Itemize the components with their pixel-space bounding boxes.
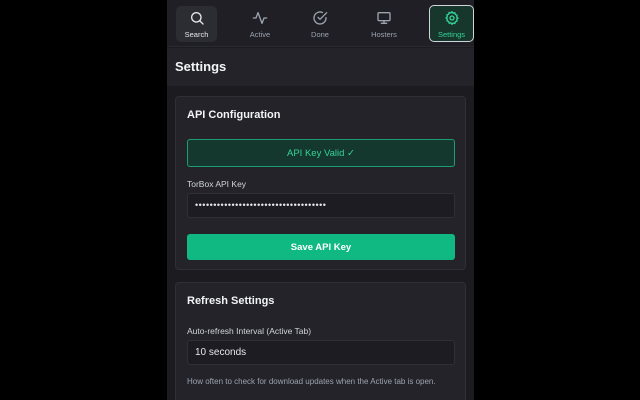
- refresh-settings-title: Refresh Settings: [187, 295, 275, 307]
- monitor-icon: [377, 11, 391, 24]
- tab-hosters-label: Hosters: [371, 30, 397, 39]
- save-api-key-button[interactable]: Save API Key: [187, 234, 455, 260]
- api-key-status-badge: API Key Valid ✓: [187, 139, 455, 167]
- refresh-interval-help: How often to check for download updates …: [187, 377, 436, 386]
- search-icon: [190, 12, 204, 25]
- tab-settings-label: Settings: [437, 30, 466, 39]
- api-configuration-card: API Configuration API Key Valid ✓ TorBox…: [175, 96, 466, 270]
- extension-panel: Search Active Done Hosters Settings Sett…: [167, 0, 474, 400]
- tab-search-label: Search: [184, 30, 209, 39]
- tab-active[interactable]: Active: [239, 6, 281, 42]
- page-header: Settings: [167, 48, 474, 86]
- activity-icon: [252, 12, 268, 24]
- tab-search[interactable]: Search: [176, 6, 217, 42]
- refresh-interval-label: Auto-refresh Interval (Active Tab): [187, 326, 312, 336]
- refresh-interval-select[interactable]: 10 seconds: [187, 340, 455, 365]
- top-nav: Search Active Done Hosters Settings: [167, 0, 474, 47]
- tab-active-label: Active: [249, 30, 271, 39]
- gear-icon: [444, 11, 459, 25]
- tab-hosters[interactable]: Hosters: [359, 6, 409, 42]
- page-title: Settings: [175, 59, 227, 74]
- refresh-settings-card: Refresh Settings Auto-refresh Interval (…: [175, 282, 466, 400]
- tab-done-label: Done: [311, 30, 329, 39]
- api-key-input[interactable]: ••••••••••••••••••••••••••••••••••••: [187, 193, 455, 218]
- check-circle-icon: [313, 11, 328, 25]
- api-configuration-title: API Configuration: [187, 109, 281, 121]
- api-key-label: TorBox API Key: [187, 179, 247, 189]
- tab-done[interactable]: Done: [299, 6, 341, 42]
- tab-settings[interactable]: Settings: [429, 5, 474, 42]
